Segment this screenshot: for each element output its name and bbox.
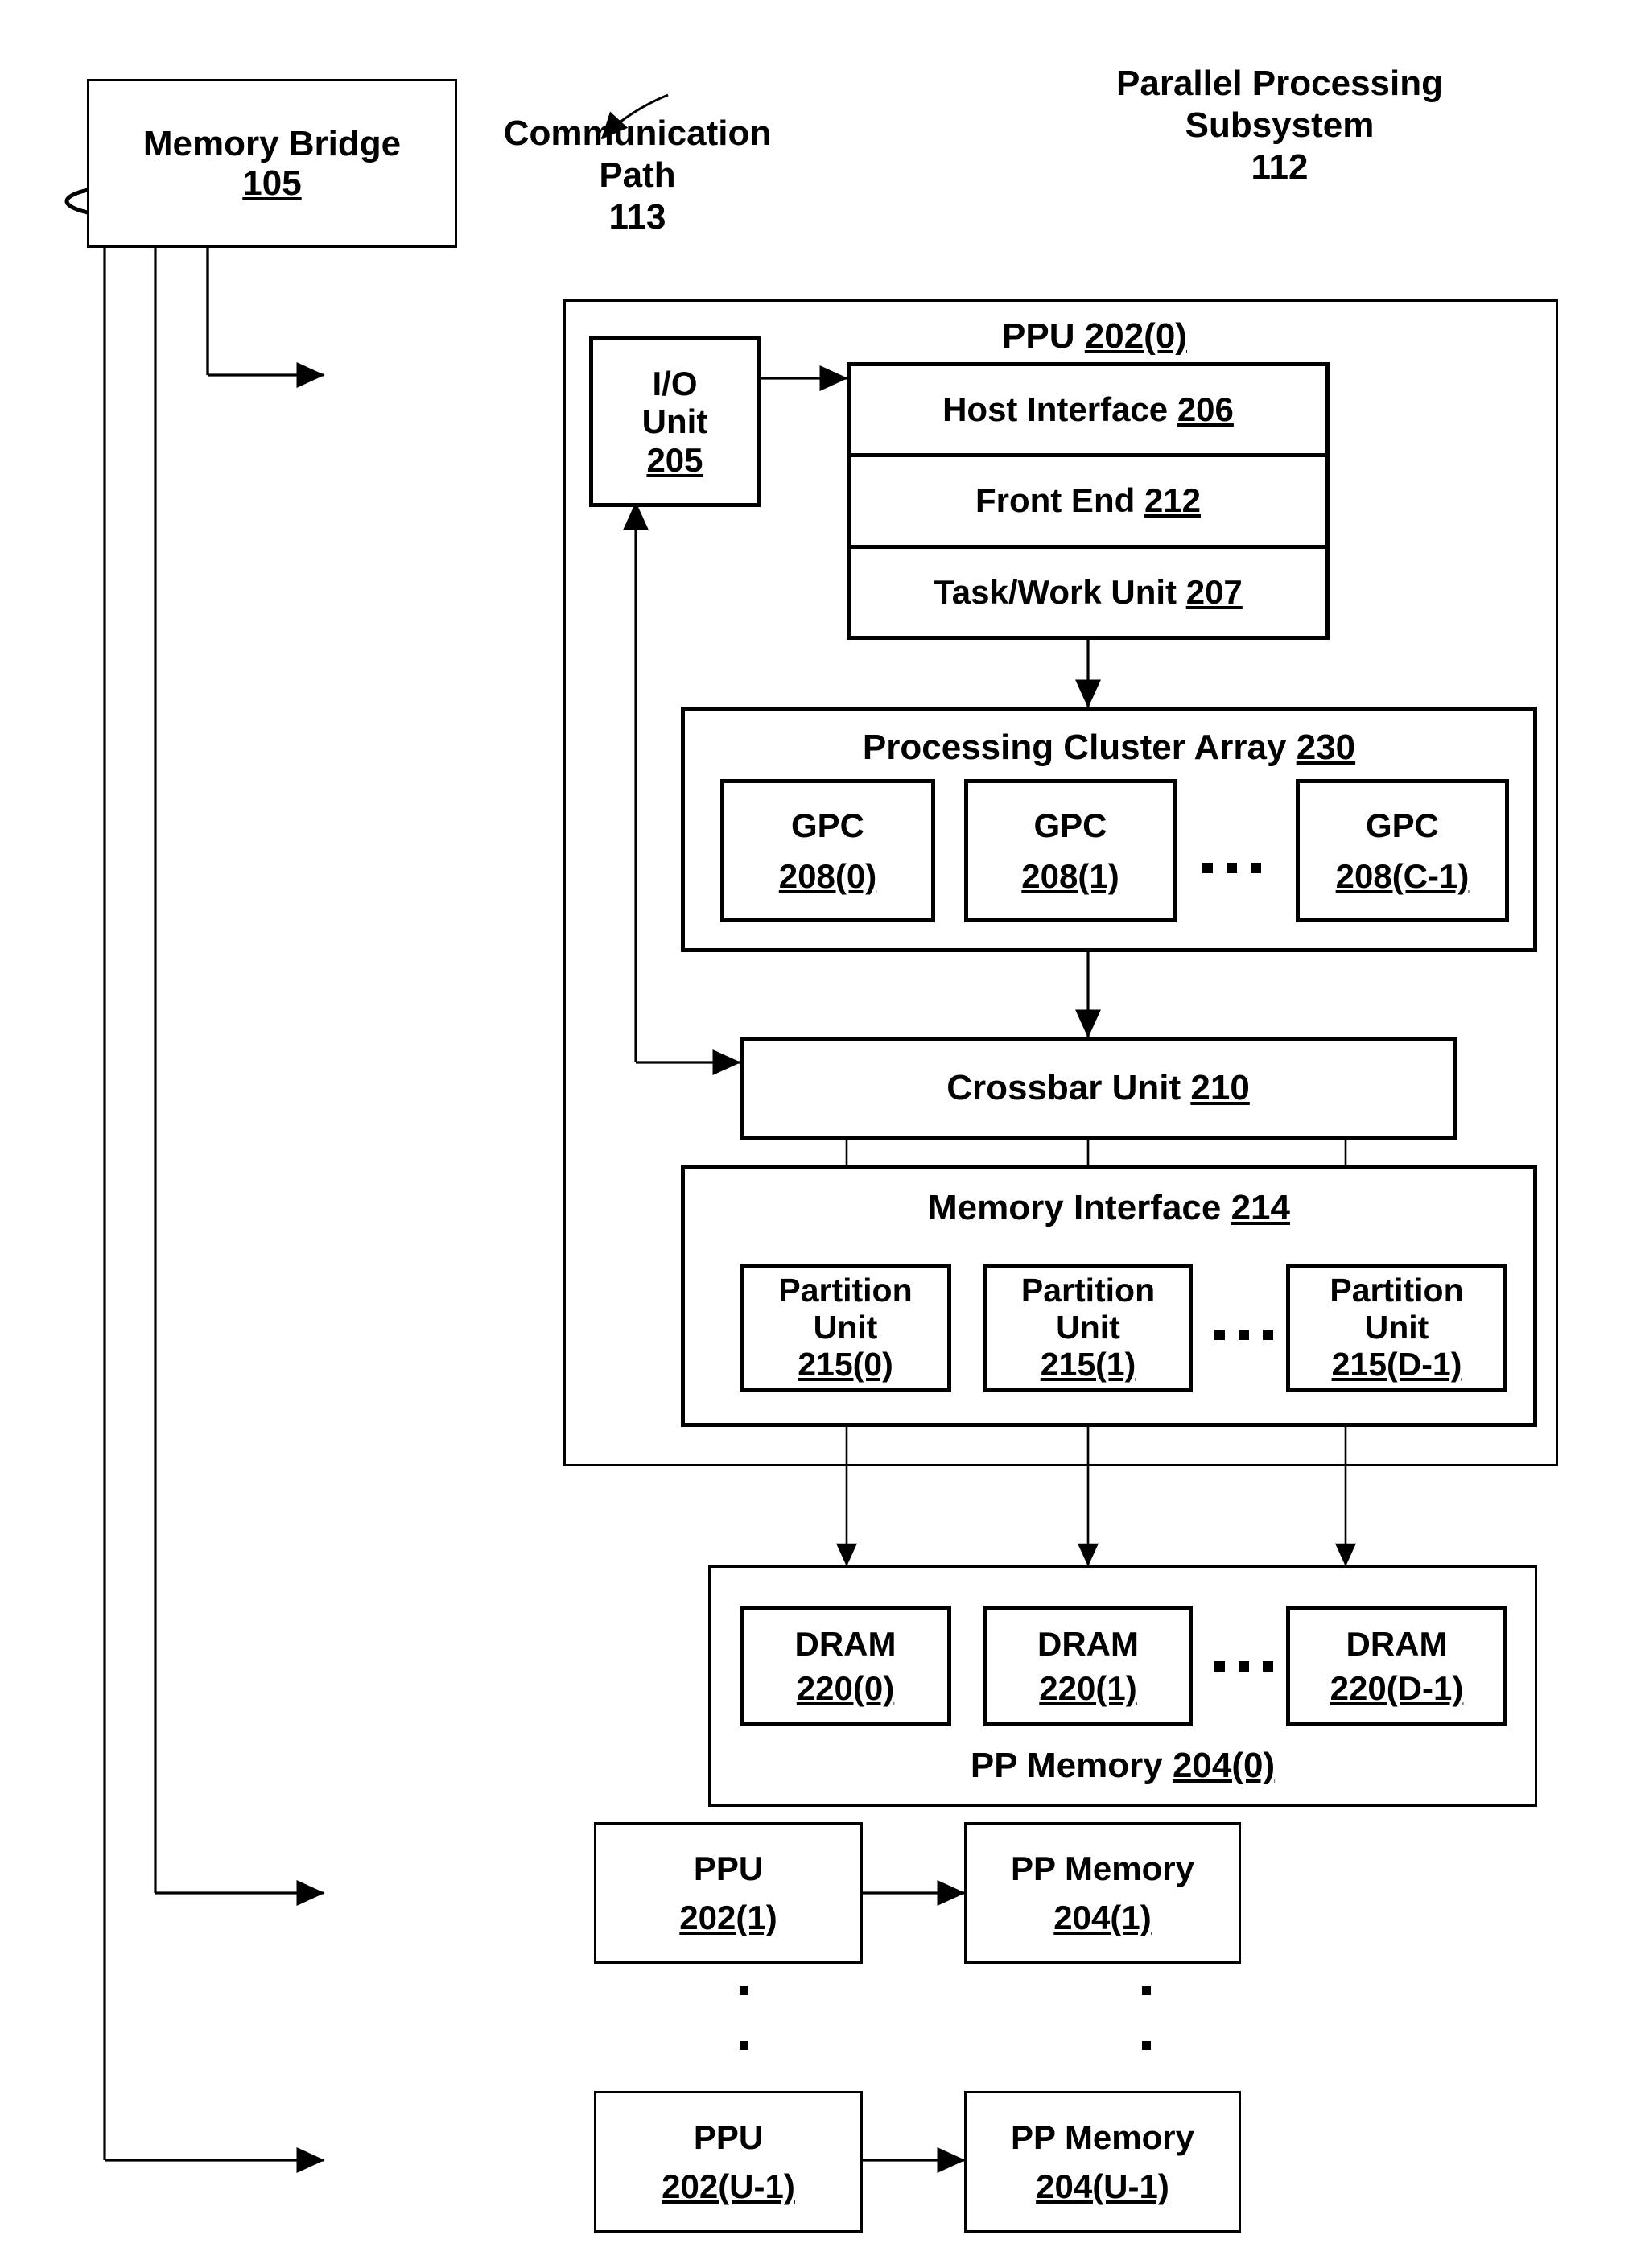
dram-2-box[interactable]: DRAM 220(D-1)	[1286, 1606, 1507, 1726]
task-work-unit-box[interactable]: Task/Work Unit 207	[851, 549, 1325, 636]
partition-unit-1-line2: Unit	[1056, 1309, 1120, 1346]
subsystem-label: Parallel Processing Subsystem 112	[1046, 63, 1513, 188]
dram-1-ref: 220(1)	[1039, 1669, 1137, 1707]
gpc-ellipsis	[1202, 863, 1261, 873]
partition-unit-0-box[interactable]: Partition Unit 215(0)	[740, 1264, 951, 1392]
pp-memory-0-ref: 204(0)	[1172, 1746, 1276, 1785]
io-unit-line1: I/O	[652, 365, 698, 403]
memory-bridge-ref: 105	[242, 163, 302, 203]
pca-title: Processing Cluster Array 230	[685, 727, 1533, 769]
front-end-stack: Host Interface 206 Front End 212 Task/Wo…	[847, 362, 1330, 640]
memory-bridge-box[interactable]: Memory Bridge 105	[87, 79, 457, 248]
pp-memory-u-ref: 204(U-1)	[1036, 2167, 1169, 2205]
pp-memory-0-label: PP Memory	[970, 1746, 1173, 1785]
pp-memory-1-ref: 204(1)	[1053, 1899, 1152, 1936]
io-unit-box[interactable]: I/O Unit 205	[589, 336, 761, 507]
pp-memory-1-name: PP Memory	[1011, 1849, 1194, 1887]
communication-path-line1: Communication	[503, 113, 772, 153]
communication-path-line2: Path	[599, 155, 676, 195]
ppu-u-box[interactable]: PPU 202(U-1)	[594, 2091, 863, 2233]
dram-2-ref: 220(D-1)	[1330, 1669, 1464, 1707]
front-end-ref: 212	[1144, 481, 1202, 520]
pp-memory-1-box[interactable]: PP Memory 204(1)	[964, 1822, 1241, 1964]
host-interface-box[interactable]: Host Interface 206	[851, 366, 1325, 458]
pca-ref: 230	[1296, 728, 1356, 767]
subsystem-line2: Subsystem	[1185, 105, 1375, 145]
partition-unit-0-line2: Unit	[813, 1309, 878, 1346]
host-interface-ref: 206	[1177, 390, 1234, 429]
partition-unit-1-ref: 215(1)	[1040, 1345, 1136, 1383]
ppu-column-ellipsis	[739, 1986, 748, 2104]
ppu-1-name: PPU	[693, 1849, 764, 1887]
gpc-1-ref: 208(1)	[1021, 857, 1119, 895]
gpc-0-box[interactable]: GPC 208(0)	[720, 779, 935, 922]
patent-figure: Memory Bridge 105 Communication Path 113…	[0, 0, 1645, 2268]
ppu-0-title: PPU 202(0)	[917, 315, 1272, 357]
partition-unit-1-box[interactable]: Partition Unit 215(1)	[983, 1264, 1193, 1392]
subsystem-ref: 112	[1251, 146, 1309, 187]
crossbar-unit-box[interactable]: Crossbar Unit 210	[740, 1037, 1457, 1140]
partition-unit-1-line1: Partition	[1020, 1272, 1156, 1309]
dram-1-box[interactable]: DRAM 220(1)	[983, 1606, 1193, 1726]
gpc-2-box[interactable]: GPC 208(C-1)	[1296, 779, 1509, 922]
ppu-0-ref: 202(0)	[1084, 316, 1187, 356]
dram-2-name: DRAM	[1346, 1624, 1448, 1663]
partition-unit-2-line2: Unit	[1364, 1309, 1429, 1346]
task-work-unit-ref: 207	[1185, 572, 1243, 611]
memory-interface-ref: 214	[1231, 1188, 1290, 1227]
memory-column-ellipsis	[1141, 1986, 1151, 2104]
io-unit-ref: 205	[646, 440, 703, 479]
pp-memory-u-box[interactable]: PP Memory 204(U-1)	[964, 2091, 1241, 2233]
memory-bridge-label: Memory Bridge	[142, 123, 402, 163]
front-end-label: Front End	[975, 481, 1144, 520]
ppu-u-name: PPU	[693, 2117, 764, 2156]
ppu-u-ref: 202(U-1)	[662, 2167, 795, 2205]
io-unit-line2: Unit	[641, 402, 708, 441]
communication-path-ref: 113	[608, 196, 666, 237]
partition-unit-0-ref: 215(0)	[798, 1345, 893, 1383]
gpc-0-ref: 208(0)	[778, 857, 877, 895]
partition-unit-2-ref: 215(D-1)	[1331, 1345, 1462, 1383]
memory-interface-title: Memory Interface 214	[685, 1187, 1533, 1229]
dram-0-ref: 220(0)	[796, 1669, 895, 1707]
gpc-0-name: GPC	[790, 806, 864, 844]
ppu-0-label: PPU	[1002, 316, 1085, 356]
partition-unit-2-line1: Partition	[1330, 1272, 1464, 1309]
crossbar-unit-label: Crossbar Unit	[946, 1068, 1191, 1108]
partition-unit-ellipsis	[1214, 1330, 1273, 1340]
partition-unit-0-line1: Partition	[778, 1272, 913, 1309]
task-work-unit-label: Task/Work Unit	[934, 572, 1186, 611]
gpc-1-box[interactable]: GPC 208(1)	[964, 779, 1177, 922]
gpc-2-ref: 208(C-1)	[1335, 857, 1470, 895]
gpc-2-name: GPC	[1365, 806, 1439, 844]
pp-memory-u-name: PP Memory	[1011, 2117, 1194, 2156]
pca-label: Processing Cluster Array	[862, 728, 1297, 767]
dram-0-box[interactable]: DRAM 220(0)	[740, 1606, 951, 1726]
partition-unit-2-box[interactable]: Partition Unit 215(D-1)	[1286, 1264, 1507, 1392]
dram-1-name: DRAM	[1037, 1624, 1139, 1663]
dram-0-name: DRAM	[794, 1624, 897, 1663]
ppu-1-ref: 202(1)	[679, 1899, 777, 1936]
communication-path-label: Communication Path 113	[476, 113, 798, 238]
crossbar-unit-ref: 210	[1190, 1068, 1250, 1108]
ppu-1-box[interactable]: PPU 202(1)	[594, 1822, 863, 1964]
memory-interface-label: Memory Interface	[928, 1188, 1231, 1227]
front-end-box[interactable]: Front End 212	[851, 457, 1325, 549]
host-interface-label: Host Interface	[942, 390, 1177, 429]
dram-ellipsis	[1214, 1661, 1273, 1672]
gpc-1-name: GPC	[1033, 806, 1107, 844]
subsystem-line1: Parallel Processing	[1116, 64, 1443, 103]
pp-memory-0-title: PP Memory 204(0)	[708, 1745, 1537, 1787]
